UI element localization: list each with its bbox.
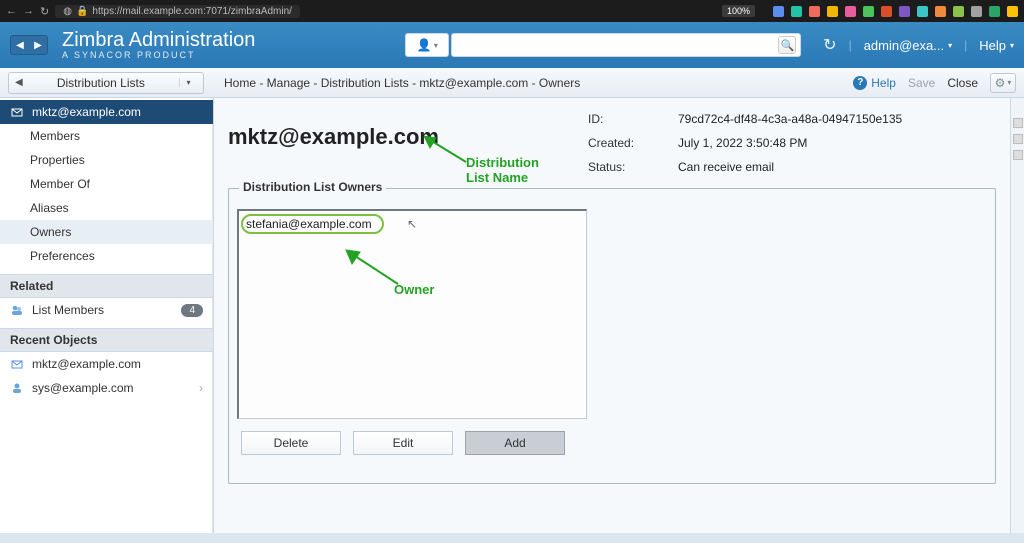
sidebar: mktz@example.com Members Properties Memb… (0, 98, 214, 533)
help-label: Help (979, 38, 1006, 53)
refresh-icon[interactable]: ↻ (823, 35, 836, 55)
gear-menu[interactable]: ⚙ ▾ (990, 73, 1016, 93)
sidebar-item-member-of[interactable]: Member Of (0, 172, 213, 196)
zoom-badge[interactable]: 100% (722, 5, 755, 17)
people-icon: 👤 (417, 38, 432, 52)
sidebar-section-label: Distribution Lists (23, 76, 179, 90)
sidebar-item-label: Properties (30, 153, 85, 167)
chevron-down-icon[interactable]: ▾ (179, 78, 197, 87)
sidebar-item-label: sys@example.com (32, 381, 134, 395)
forward-icon[interactable]: → (23, 5, 34, 17)
chevron-down-icon: ▾ (948, 41, 952, 50)
sidebar-related-header: Related (0, 274, 213, 298)
sidebar-item-list-members[interactable]: List Members 4 (0, 298, 213, 322)
sidebar-item-dl-current[interactable]: mktz@example.com (0, 100, 213, 124)
sidebar-recent-item[interactable]: mktz@example.com (0, 352, 213, 376)
right-tool-strip (1010, 98, 1024, 533)
shield-icon: ◍ (63, 6, 72, 17)
sidebar-item-preferences[interactable]: Preferences (0, 244, 213, 268)
status-label: Status: (588, 160, 678, 174)
strip-icon[interactable] (1013, 134, 1023, 144)
url-bar[interactable]: ◍ 🔒 https://mail.example.com:7071/zimbra… (55, 5, 300, 18)
owners-list[interactable]: stefania@example.com (237, 209, 587, 419)
sidebar-recent-item[interactable]: sys@example.com › (0, 376, 213, 400)
gear-icon: ⚙ (995, 76, 1006, 90)
reload-icon[interactable]: ↻ (40, 5, 49, 18)
pager-next-icon[interactable]: ▶ (29, 36, 47, 54)
sidebar-item-properties[interactable]: Properties (0, 148, 213, 172)
sidebar-item-label: List Members (32, 303, 104, 317)
chevron-right-icon: › (199, 381, 203, 395)
sidebar-breadcrumb-dropdown[interactable]: ◀ Distribution Lists ▾ (8, 72, 204, 94)
created-label: Created: (588, 136, 678, 150)
chevron-down-icon: ▾ (434, 41, 438, 50)
delete-button[interactable]: Delete (241, 431, 341, 455)
pager-prev-icon[interactable]: ◀ (11, 36, 29, 54)
sidebar-recent-header: Recent Objects (0, 328, 213, 352)
brand-subtitle: A SYNACOR PRODUCT (62, 51, 255, 61)
url-text: https://mail.example.com:7071/zimbraAdmi… (92, 6, 292, 17)
help-text: Help (871, 76, 896, 90)
browser-chrome: ← → ↻ ◍ 🔒 https://mail.example.com:7071/… (0, 0, 1024, 22)
id-value: 79cd72c4-df48-4c3a-a48a-04947150e135 (678, 112, 996, 126)
history-pager[interactable]: ◀ ▶ (10, 35, 48, 55)
status-value: Can receive email (678, 160, 996, 174)
search-filter-dropdown[interactable]: 👤 ▾ (405, 33, 449, 57)
search-icon[interactable]: 🔍 (778, 36, 796, 54)
owners-legend: Distribution List Owners (239, 180, 386, 194)
strip-icon[interactable] (1013, 118, 1023, 128)
help-link[interactable]: ? Help (853, 76, 896, 90)
search-box[interactable]: 🔍 (451, 33, 801, 57)
user-label: admin@exa... (864, 38, 944, 53)
page-title: mktz@example.com (228, 124, 558, 150)
chevron-down-icon: ▾ (1010, 41, 1014, 50)
extension-icons (773, 6, 1018, 17)
sidebar-item-label: Aliases (30, 201, 69, 215)
sidebar-item-label: Members (30, 129, 80, 143)
breadcrumb: Home - Manage - Distribution Lists - mkt… (224, 76, 845, 90)
sidebar-item-label: mktz@example.com (32, 357, 141, 371)
sidebar-item-label: Preferences (30, 249, 95, 263)
account-icon (10, 382, 24, 394)
owners-fieldset: Distribution List Owners stefania@exampl… (228, 188, 996, 484)
sidebar-item-label: Owners (30, 225, 71, 239)
dl-icon (10, 106, 24, 118)
app-header: ◀ ▶ Zimbra Administration A SYNACOR PROD… (0, 22, 1024, 68)
edit-button[interactable]: Edit (353, 431, 453, 455)
brand: Zimbra Administration A SYNACOR PRODUCT (62, 29, 255, 61)
help-menu[interactable]: Help ▾ (979, 38, 1014, 53)
id-label: ID: (588, 112, 678, 126)
dl-icon (10, 358, 24, 370)
close-button[interactable]: Close (947, 76, 978, 90)
brand-title: Zimbra Administration (62, 29, 255, 51)
chevron-left-icon[interactable]: ◀ (15, 77, 23, 88)
help-icon: ? (853, 76, 867, 90)
sidebar-item-members[interactable]: Members (0, 124, 213, 148)
owner-row[interactable]: stefania@example.com (241, 214, 384, 234)
strip-icon[interactable] (1013, 150, 1023, 160)
user-menu[interactable]: admin@exa... ▾ (864, 38, 952, 53)
sub-toolbar: ◀ Distribution Lists ▾ Home - Manage - D… (0, 68, 1024, 98)
sidebar-item-label: Member Of (30, 177, 90, 191)
sidebar-item-aliases[interactable]: Aliases (0, 196, 213, 220)
lock-icon: 🔒 (76, 6, 88, 17)
save-button: Save (908, 76, 935, 90)
sidebar-item-label: mktz@example.com (32, 105, 141, 119)
chevron-down-icon: ▾ (1007, 78, 1011, 87)
main-panel: mktz@example.com ID: 79cd72c4-df48-4c3a-… (214, 98, 1010, 533)
search-input[interactable] (456, 34, 778, 56)
created-value: July 1, 2022 3:50:48 PM (678, 136, 996, 150)
back-icon[interactable]: ← (6, 5, 17, 17)
count-badge: 4 (181, 304, 203, 317)
sidebar-item-owners[interactable]: Owners (0, 220, 213, 244)
people-icon (10, 304, 24, 316)
add-button[interactable]: Add (465, 431, 565, 455)
